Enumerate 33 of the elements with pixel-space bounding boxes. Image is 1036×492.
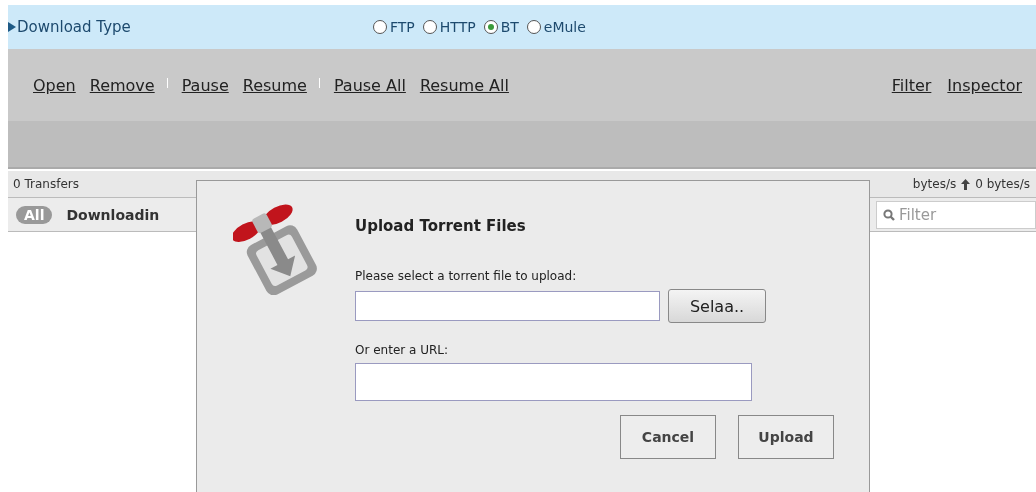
upload-speed: 0 bytes/s	[975, 177, 1030, 191]
radio-option[interactable]: FTP	[373, 19, 415, 35]
field-label: Please select a torrent file to upload:	[355, 269, 578, 283]
toolbar-link[interactable]: Pause	[181, 75, 229, 95]
url-input-field[interactable]	[355, 363, 752, 401]
toolbar-link[interactable]: Filter	[891, 75, 932, 95]
download-speed: bytes/s	[912, 177, 957, 191]
filter-tab[interactable]: Downloadin	[66, 206, 160, 223]
radio-circle[interactable]	[373, 20, 387, 34]
triangle-icon	[8, 22, 16, 32]
radio-option[interactable]: HTTP	[422, 19, 476, 35]
toolbar-link[interactable]: Inspector	[947, 75, 1022, 95]
browse-button[interactable]: Selaa..	[668, 289, 766, 323]
radio-circle[interactable]	[483, 20, 498, 34]
radio-circle[interactable]	[526, 20, 541, 34]
file-input-field[interactable]	[355, 291, 660, 321]
dialog-title: Upload Torrent Files	[355, 217, 527, 235]
radio-circle[interactable]	[422, 20, 437, 34]
download-type-label: Download Type	[8, 18, 373, 36]
toolbar-link[interactable]: Open	[33, 75, 76, 95]
radio-option[interactable]: BT	[483, 19, 519, 35]
search-icon	[883, 208, 895, 221]
search-field[interactable]: Filter	[876, 200, 1036, 229]
transfers-count: 0 Transfers	[13, 177, 79, 191]
toolbar-link[interactable]: Resume	[242, 75, 320, 95]
field-label: Or enter a URL:	[355, 343, 450, 357]
dialog-button[interactable]: Upload	[738, 415, 834, 459]
dialog-button[interactable]: Cancel	[620, 415, 716, 459]
toolbar-link[interactable]: Pause All	[333, 75, 406, 95]
toolbar-link[interactable]: Remove	[89, 75, 168, 95]
toolbar-link[interactable]: Resume All	[419, 75, 509, 95]
up-arrow-icon	[961, 178, 971, 190]
radio-option[interactable]: eMule	[526, 19, 586, 35]
